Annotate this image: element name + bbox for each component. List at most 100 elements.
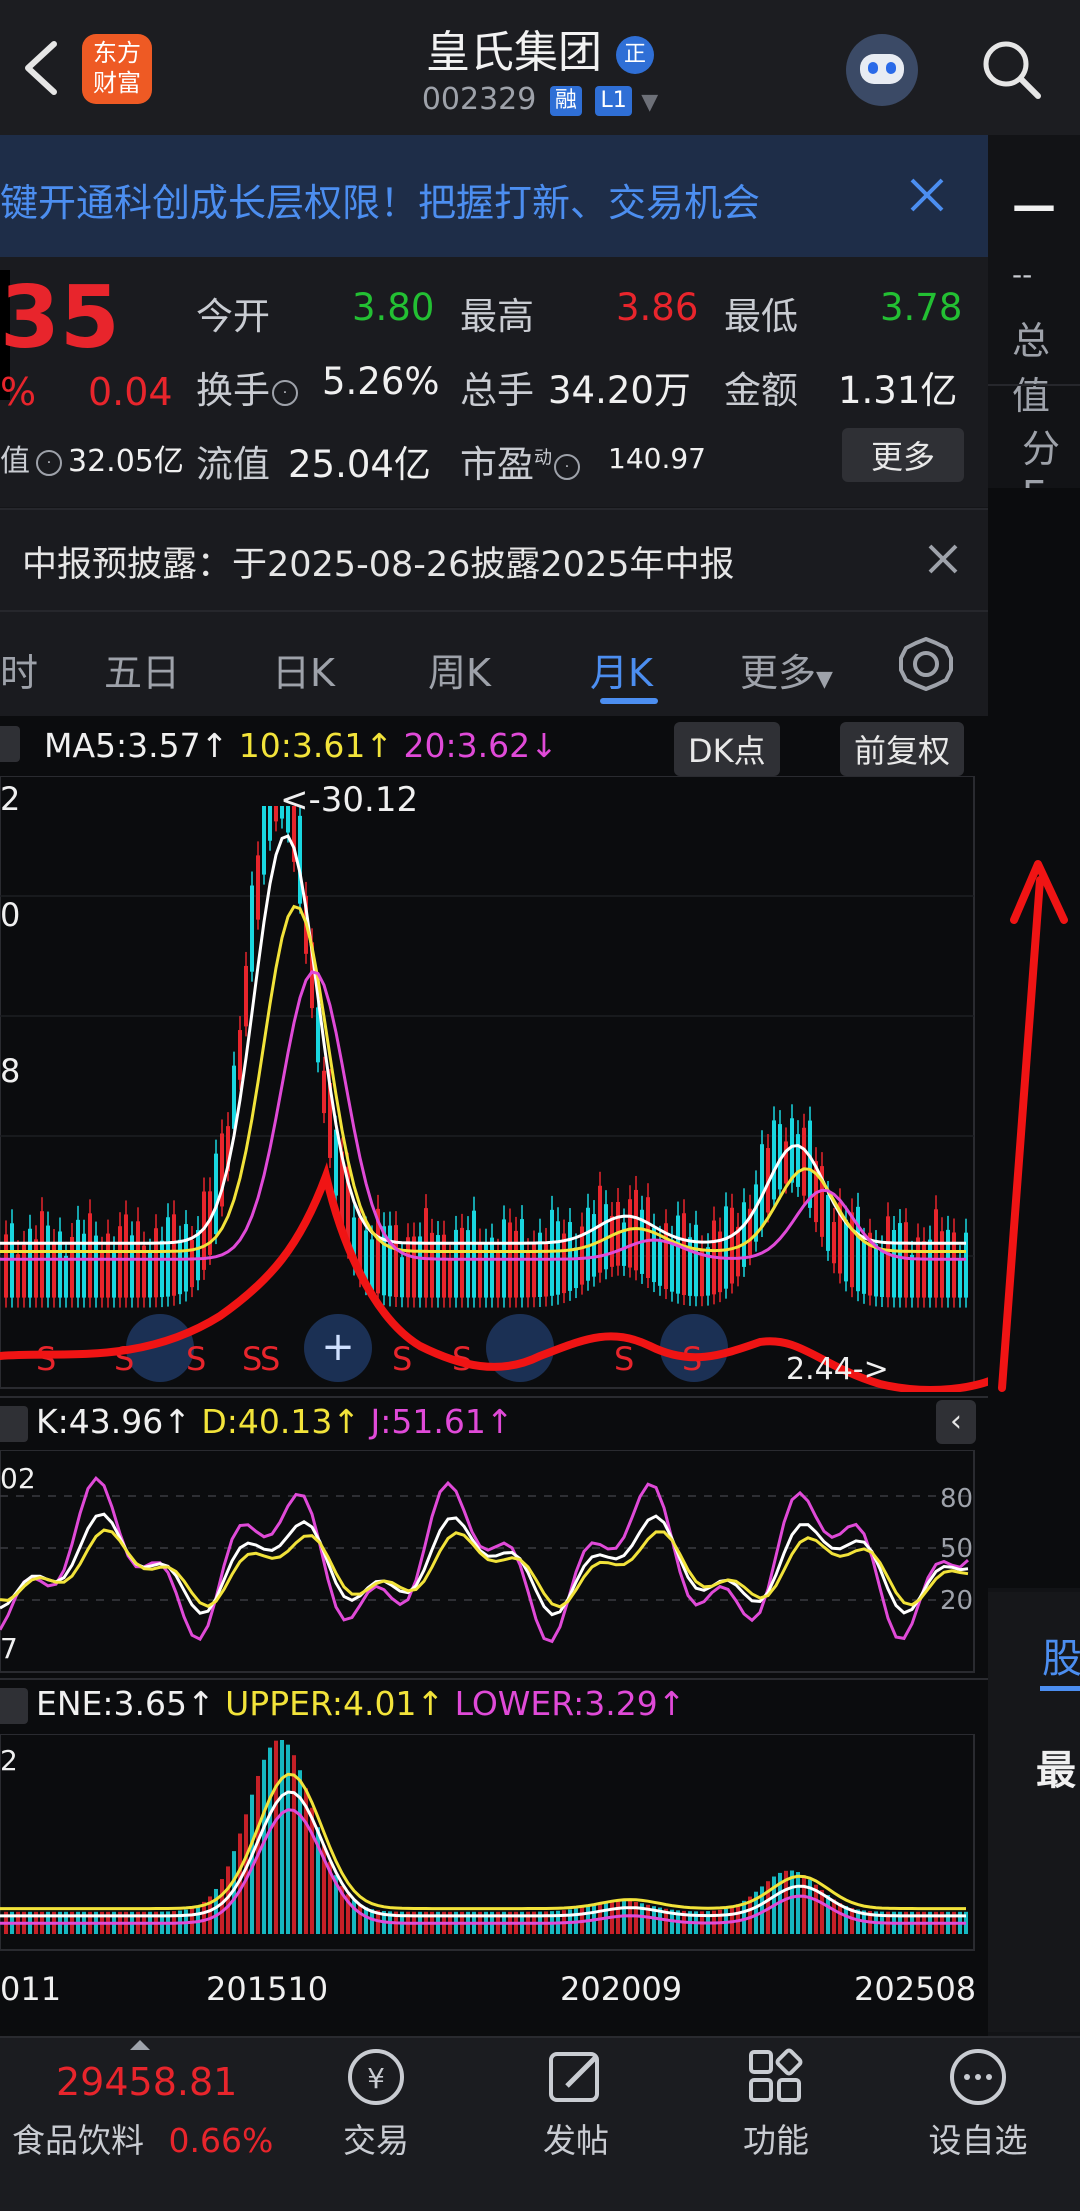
chevron-up-icon[interactable]: [130, 2040, 150, 2050]
candle-body: [862, 1241, 866, 1294]
candle-body: [610, 1216, 614, 1267]
index-name: 食品饮料: [12, 2121, 144, 2160]
dk-point-button[interactable]: DK点: [674, 722, 780, 776]
ene-chart[interactable]: [0, 1734, 988, 1954]
tab-five-day[interactable]: 五日: [104, 642, 180, 697]
info-icon: ·: [36, 449, 62, 476]
chevron-left-icon[interactable]: ‹: [936, 1400, 976, 1444]
candle-body: [40, 1211, 44, 1298]
candle-body: [514, 1230, 518, 1298]
ene-candle: [220, 1879, 224, 1934]
kdj-dropdown[interactable]: [0, 1406, 28, 1442]
sell-signal: S: [392, 1340, 412, 1378]
promo-banner-text[interactable]: 键开通科创成长层权限！把握打新、交易机会: [0, 172, 760, 227]
gear-icon[interactable]: [898, 636, 954, 692]
trade-label: 交易: [343, 2121, 409, 2160]
pe-label: 市盈动 ·: [460, 434, 580, 488]
market-cap-value: 32.05亿: [68, 444, 184, 479]
tab-more-label: 更多: [740, 651, 817, 695]
candle-body: [598, 1185, 602, 1273]
candle-body: [652, 1227, 656, 1283]
candle-body: [46, 1225, 50, 1298]
tab-more[interactable]: 更多▼: [740, 642, 833, 697]
stock-name: 皇氏集团: [426, 27, 602, 78]
candle-body: [802, 1127, 806, 1196]
right-panel-gu-tab[interactable]: 股: [1042, 1626, 1080, 1684]
index-value[interactable]: 29458.81: [56, 2060, 237, 2104]
tab-daily-k[interactable]: 日K: [272, 642, 335, 697]
tab-time[interactable]: 时: [0, 642, 38, 697]
y-tick-mid: 0: [0, 896, 21, 934]
turnover-value: 5.26%: [322, 360, 440, 403]
candle-body: [130, 1235, 134, 1298]
market-cap: 值 · 32.05亿: [0, 436, 184, 480]
notice-text[interactable]: 中报预披露：于2025-08-26披露2025年中报: [22, 536, 734, 587]
candle-body: [760, 1144, 764, 1228]
tab-monthly-k[interactable]: 月K: [590, 642, 653, 697]
ene-candle: [838, 1903, 842, 1934]
candle-body: [490, 1237, 494, 1298]
ene-candle: [292, 1755, 296, 1934]
close-icon[interactable]: [926, 542, 960, 576]
function-nav[interactable]: 功能: [676, 2044, 876, 2162]
kdj-level-50: 50: [940, 1534, 974, 1564]
turnover-label-text: 换手: [196, 369, 270, 412]
kdj-level-80: 80: [940, 1484, 974, 1514]
candle-body: [172, 1214, 176, 1296]
more-button[interactable]: 更多: [842, 428, 964, 482]
period-tabs: 时 五日 日K 周K 月K 更多▼: [0, 610, 988, 718]
candle-body: [730, 1207, 734, 1284]
ene-lines: [0, 1772, 966, 1925]
candle-body: [28, 1228, 32, 1298]
candle-body: [940, 1231, 944, 1298]
svg-text:¥: ¥: [367, 2062, 385, 2095]
margin-tag: 融: [549, 85, 582, 116]
amount-label: 金额: [724, 369, 798, 412]
ene-dropdown[interactable]: [0, 1688, 28, 1724]
ene-candle: [628, 1900, 632, 1934]
kdj-frame: [0, 1450, 975, 1673]
candle-body: [160, 1240, 164, 1298]
ene-upper-label: UPPER:4.01↑: [225, 1684, 445, 1723]
close-icon[interactable]: [908, 176, 946, 214]
candle-body: [418, 1236, 422, 1298]
candle-body: [394, 1225, 398, 1297]
info-icon: ·: [554, 453, 580, 480]
trade-nav[interactable]: ¥ 交易: [276, 2044, 476, 2162]
open-label: 今开: [196, 295, 270, 338]
candle-body: [826, 1195, 830, 1251]
candle-body: [448, 1258, 452, 1298]
candle-body: [844, 1219, 848, 1282]
index-info[interactable]: 食品饮料 0.66%: [12, 2114, 273, 2162]
indicator-dropdown[interactable]: [0, 726, 20, 762]
candle-body: [958, 1259, 962, 1298]
tab-weekly-k[interactable]: 周K: [428, 642, 491, 697]
watchlist-label: 设自选: [928, 2121, 1028, 2160]
candle-body: [178, 1239, 182, 1295]
high-label: 最高: [460, 295, 534, 338]
candle-body: [934, 1209, 938, 1298]
search-icon[interactable]: [978, 36, 1048, 106]
candle-body: [928, 1239, 932, 1298]
trade-icon: ¥: [348, 2049, 404, 2105]
watchlist-nav[interactable]: 设自选: [878, 2044, 1078, 2162]
candle-body: [16, 1254, 20, 1298]
ene-candle: [364, 1907, 368, 1934]
main-kline-chart[interactable]: +S S S SS S S S S: [0, 776, 988, 1392]
stock-code-row[interactable]: 002329 融 L1 ▼: [0, 82, 1080, 117]
candle-body: [904, 1222, 908, 1298]
candle-body: [214, 1153, 218, 1235]
candle-body: [850, 1212, 854, 1288]
min-price-label: 2.44->: [786, 1352, 889, 1387]
robot-avatar-icon[interactable]: [846, 34, 918, 106]
post-nav[interactable]: 发帖: [476, 2044, 676, 2162]
candle-body: [916, 1237, 920, 1298]
right-panel-dash2: --: [1012, 258, 1033, 291]
signal-circle: [486, 1314, 554, 1382]
last-price: 35: [0, 268, 120, 368]
volume-value: 34.20万: [548, 369, 691, 412]
kdj-chart[interactable]: [0, 1450, 988, 1676]
level-tag: L1: [595, 85, 632, 116]
pe-label-text: 市盈: [460, 443, 534, 486]
adjust-button[interactable]: 前复权: [840, 722, 965, 776]
